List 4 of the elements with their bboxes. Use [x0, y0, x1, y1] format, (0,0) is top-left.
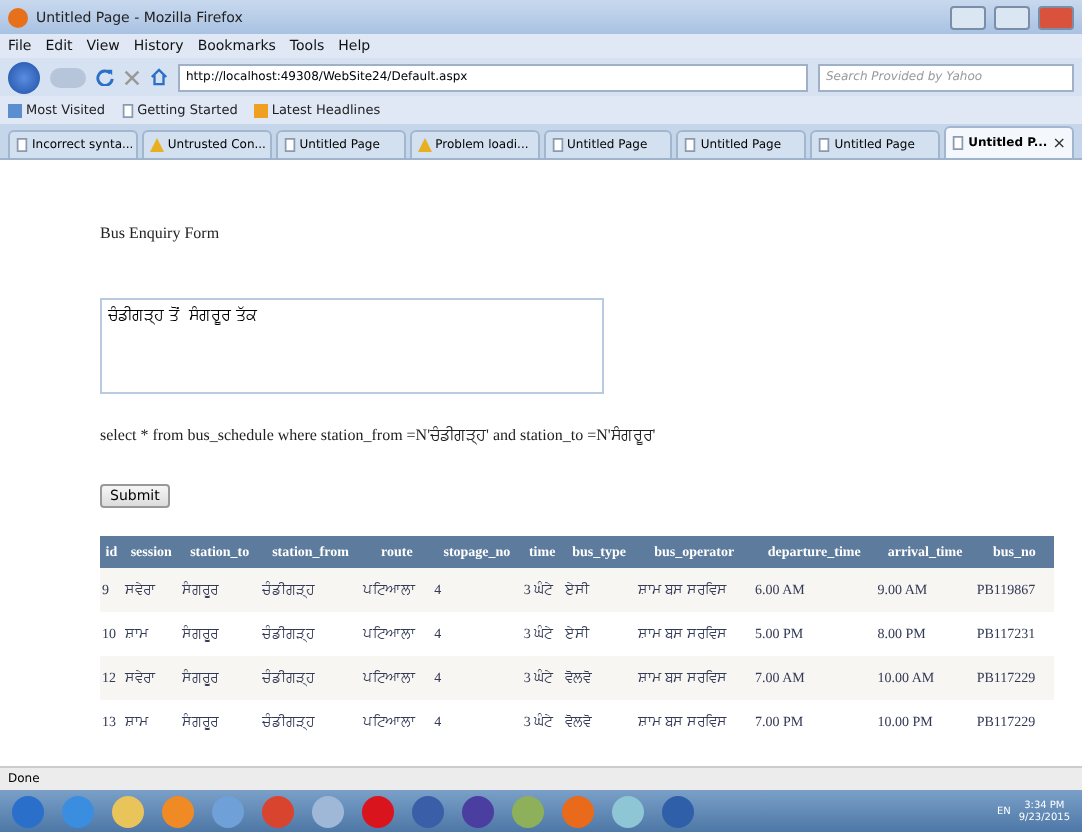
close-tab-button[interactable]: × — [1052, 134, 1066, 152]
form-heading: Bus Enquiry Form — [100, 224, 222, 242]
route-textarea[interactable]: ਚੰਡੀਗੜ੍ਹ ਤੋਂ ਸੰਗਰੂਰ ਤੱਕ — [100, 298, 604, 394]
query-text: select * from bus_schedule where station_from =N'ਚੰਡੀਗੜ੍ਹ' and station_to =N'ਸੰਗਰੂਰ' — [100, 426, 658, 446]
